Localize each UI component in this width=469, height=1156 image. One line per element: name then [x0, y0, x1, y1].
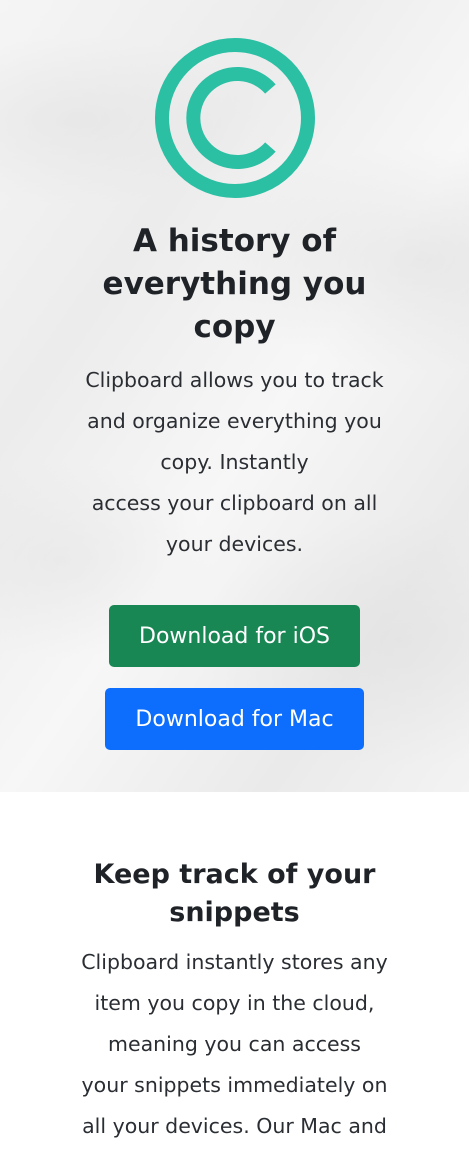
hero-description-line: copy. Instantly — [160, 450, 309, 474]
snippets-title: Keep track of your snippets — [60, 856, 409, 932]
hero-description: Clipboard allows you to track and organi… — [60, 360, 409, 565]
hero-description-line: and organize everything you — [87, 409, 382, 433]
snippets-description-line: meaning you can access — [108, 1032, 361, 1056]
hero-title: A history of everything you copy — [60, 220, 409, 349]
snippets-description-line: all your devices. Our Mac and — [82, 1114, 387, 1138]
hero-description-line: Clipboard allows you to track — [85, 368, 384, 392]
download-mac-button[interactable]: Download for Mac — [105, 688, 364, 750]
hero-description-line: access your clipboard on all — [91, 491, 378, 515]
snippets-description-line: item you copy in the cloud, — [94, 991, 375, 1015]
download-ios-button[interactable]: Download for iOS — [109, 605, 360, 667]
snippets-description-line: your snippets immediately on — [81, 1073, 388, 1097]
snippets-title-line: snippets — [169, 897, 300, 928]
snippets-section: Keep track of your snippets Clipboard in… — [0, 792, 469, 1156]
copyright-icon — [155, 38, 315, 198]
hero-description-line: your devices. — [165, 532, 304, 556]
snippets-description: Clipboard instantly stores any item you … — [60, 942, 409, 1147]
snippets-description-line: Clipboard instantly stores any — [81, 950, 388, 974]
hero-section: A history of everything you copy Clipboa… — [0, 0, 469, 792]
hero-title-line: copy — [193, 309, 276, 345]
hero-title-line: everything you — [102, 266, 367, 302]
snippets-title-line: Keep track of your — [93, 859, 376, 890]
hero-title-line: A history of — [132, 223, 337, 259]
